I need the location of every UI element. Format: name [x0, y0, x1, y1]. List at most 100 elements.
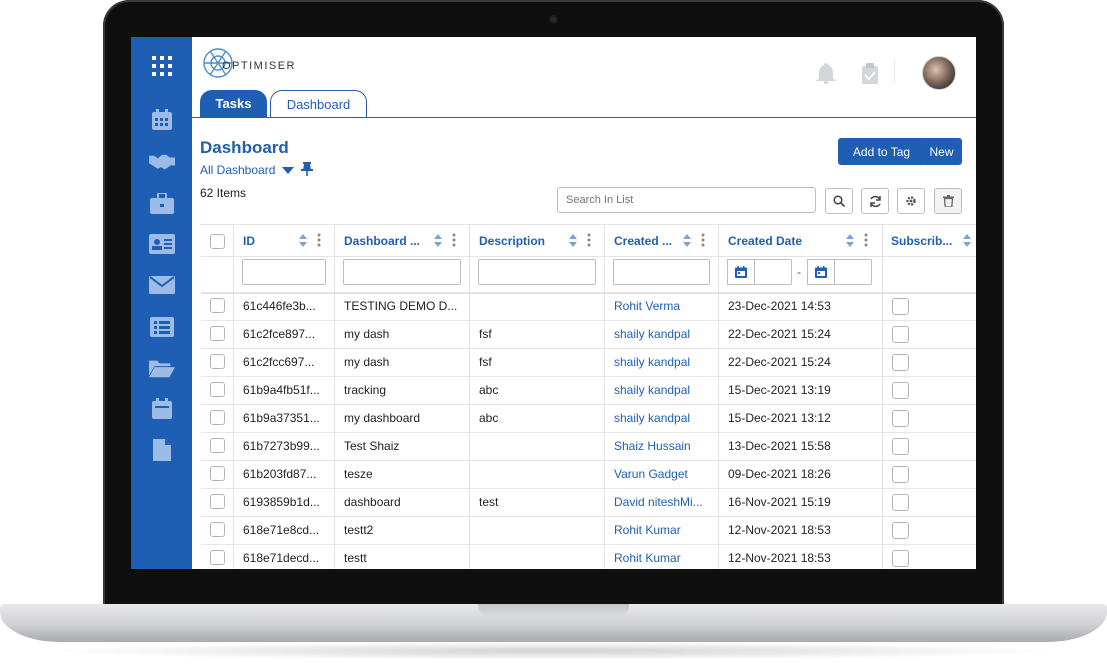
- row-checkbox[interactable]: [210, 438, 225, 453]
- row-subscribe-checkbox[interactable]: [892, 466, 909, 483]
- column-header-description[interactable]: Description: [479, 225, 545, 256]
- date-to-input[interactable]: [834, 259, 872, 285]
- row-dashboard-name[interactable]: my dash: [344, 348, 468, 376]
- column-menu-icon[interactable]: [701, 233, 705, 247]
- calendar-small-icon[interactable]: [149, 398, 175, 420]
- new-button[interactable]: New: [921, 138, 962, 165]
- apps-grid-icon[interactable]: [149, 55, 175, 77]
- row-subscribe-checkbox[interactable]: [892, 522, 909, 539]
- row-subscribe-checkbox[interactable]: [892, 550, 909, 567]
- date-from-picker-button[interactable]: [727, 259, 755, 285]
- sort-icon[interactable]: [298, 234, 308, 247]
- row-dashboard-name[interactable]: my dash: [344, 320, 468, 348]
- clipboard-check-icon[interactable]: [862, 63, 878, 89]
- table-row[interactable]: 61b203fd87... tesze Varun Gadget 09-Dec-202…: [201, 460, 976, 489]
- sort-icon[interactable]: [568, 234, 578, 247]
- table-row[interactable]: 61b9a4fb51f... tracking abc shaily kandpal 1…: [201, 376, 976, 405]
- row-created-by-link[interactable]: shaily kandpal: [614, 404, 717, 432]
- calendar-icon[interactable]: [149, 109, 175, 131]
- row-checkbox[interactable]: [210, 522, 225, 537]
- row-dashboard-name[interactable]: tracking: [344, 376, 468, 404]
- date-to-picker-button[interactable]: [807, 259, 835, 285]
- column-menu-icon[interactable]: [587, 233, 591, 247]
- row-created-by-link[interactable]: Rohit Verma: [614, 292, 717, 320]
- search-input[interactable]: [557, 187, 816, 213]
- row-dashboard-name[interactable]: my dashboard: [344, 404, 468, 432]
- row-subscribe-checkbox[interactable]: [892, 494, 909, 511]
- created-by-filter-input[interactable]: [613, 259, 710, 285]
- row-created-by-link[interactable]: Shaiz Hussain: [614, 432, 717, 460]
- row-dashboard-name[interactable]: testt2: [344, 516, 468, 544]
- id-filter-input[interactable]: [242, 259, 326, 285]
- refresh-button[interactable]: [861, 188, 889, 214]
- row-dashboard-name[interactable]: testt: [344, 544, 468, 569]
- user-avatar[interactable]: [922, 56, 956, 90]
- row-dashboard-name[interactable]: TESTING DEMO D...: [344, 292, 468, 320]
- document-icon[interactable]: [149, 439, 175, 461]
- select-all-checkbox[interactable]: [210, 234, 225, 249]
- folder-open-icon[interactable]: [149, 357, 175, 379]
- contact-card-icon[interactable]: [149, 233, 175, 255]
- sort-icon[interactable]: [845, 234, 855, 247]
- table-row[interactable]: 61b9a37351... my dashboard abc shaily kandp…: [201, 404, 976, 433]
- row-dashboard-name[interactable]: tesze: [344, 460, 468, 488]
- column-menu-icon[interactable]: [864, 233, 868, 247]
- column-header-created-by[interactable]: Created ...: [614, 225, 672, 256]
- pin-icon[interactable]: [301, 162, 313, 181]
- row-subscribe-checkbox[interactable]: [892, 326, 909, 343]
- table-row[interactable]: 61c2fcc697... my dash fsf shaily kandpal 22-…: [201, 348, 976, 377]
- dashboard-name-filter-input[interactable]: [343, 259, 461, 285]
- search-button[interactable]: [825, 188, 853, 214]
- row-subscribe-checkbox[interactable]: [892, 354, 909, 371]
- tab-tasks[interactable]: Tasks: [200, 90, 267, 117]
- sort-icon[interactable]: [433, 234, 443, 247]
- row-checkbox[interactable]: [210, 466, 225, 481]
- row-created-by-link[interactable]: Rohit Kumar: [614, 516, 717, 544]
- column-header-dashboard-name[interactable]: Dashboard ...: [344, 225, 420, 256]
- row-created-by-link[interactable]: Rohit Kumar: [614, 544, 717, 569]
- date-from-input[interactable]: [754, 259, 792, 285]
- row-checkbox[interactable]: [210, 298, 225, 313]
- row-dashboard-name[interactable]: Test Shaiz: [344, 432, 468, 460]
- delete-button[interactable]: [934, 188, 962, 214]
- table-row[interactable]: 61b7273b99... Test Shaiz Shaiz Hussain 13-D…: [201, 432, 976, 461]
- handshake-icon[interactable]: [149, 150, 175, 172]
- row-created-by-link[interactable]: David niteshMi...: [614, 488, 717, 516]
- list-icon[interactable]: [149, 316, 175, 338]
- column-header-created-date[interactable]: Created Date: [728, 225, 802, 256]
- settings-button[interactable]: [897, 188, 925, 214]
- row-checkbox[interactable]: [210, 550, 225, 565]
- table-row[interactable]: 61c2fce897... my dash fsf shaily kandpal 22-…: [201, 320, 976, 349]
- column-header-subscribed[interactable]: Subscrib...: [891, 225, 952, 256]
- description-filter-input[interactable]: [478, 259, 596, 285]
- bell-icon[interactable]: [816, 63, 836, 89]
- row-subscribe-checkbox[interactable]: [892, 438, 909, 455]
- row-checkbox[interactable]: [210, 354, 225, 369]
- table-row[interactable]: 61c446fe3b... TESTING DEMO D... Rohit Verm…: [201, 292, 976, 321]
- tab-dashboard[interactable]: Dashboard: [270, 90, 367, 117]
- column-menu-icon[interactable]: [452, 233, 456, 247]
- optimiser-logo[interactable]: OPTIMISER: [200, 41, 296, 85]
- row-subscribe-checkbox[interactable]: [892, 410, 909, 427]
- row-subscribe-checkbox[interactable]: [892, 382, 909, 399]
- column-menu-icon[interactable]: [317, 233, 321, 247]
- row-checkbox[interactable]: [210, 326, 225, 341]
- briefcase-icon[interactable]: [149, 192, 175, 214]
- row-dashboard-name[interactable]: dashboard: [344, 488, 468, 516]
- sort-icon[interactable]: [682, 234, 692, 247]
- add-to-tag-button[interactable]: Add to Tag: [838, 138, 925, 165]
- row-created-by-link[interactable]: shaily kandpal: [614, 320, 717, 348]
- table-row[interactable]: 6193859b1d... dashboard test David niteshMi…: [201, 488, 976, 517]
- row-created-by-link[interactable]: shaily kandpal: [614, 348, 717, 376]
- row-checkbox[interactable]: [210, 494, 225, 509]
- table-row[interactable]: 618e71e8cd... testt2 Rohit Kumar 12-Nov-202…: [201, 516, 976, 545]
- view-selector[interactable]: All Dashboard: [200, 163, 295, 177]
- mail-icon[interactable]: [149, 274, 175, 296]
- column-header-id[interactable]: ID: [243, 225, 255, 256]
- row-subscribe-checkbox[interactable]: [892, 298, 909, 315]
- table-row[interactable]: 618e71decd... testt Rohit Kumar 12-Nov-2021…: [201, 544, 976, 569]
- row-checkbox[interactable]: [210, 410, 225, 425]
- row-checkbox[interactable]: [210, 382, 225, 397]
- row-created-by-link[interactable]: shaily kandpal: [614, 376, 717, 404]
- row-created-by-link[interactable]: Varun Gadget: [614, 460, 717, 488]
